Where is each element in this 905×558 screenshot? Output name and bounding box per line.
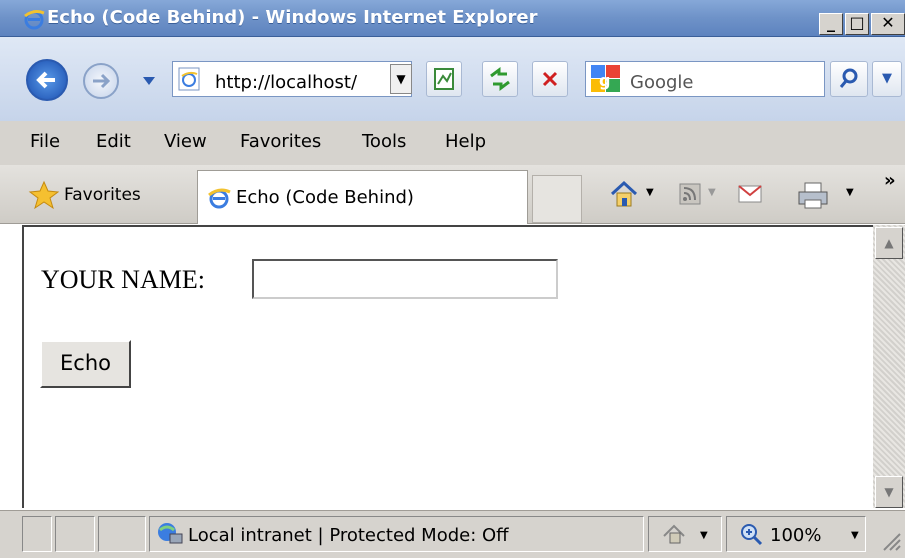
ie-logo-icon bbox=[24, 10, 45, 30]
maximize-button[interactable]: □ bbox=[845, 13, 869, 35]
compatibility-icon bbox=[434, 68, 454, 90]
scroll-down-button[interactable]: ▼ bbox=[875, 476, 903, 508]
compatibility-view-button[interactable] bbox=[426, 61, 462, 97]
resize-grip-icon[interactable] bbox=[880, 530, 902, 552]
local-intranet-icon bbox=[158, 523, 183, 544]
tab-title: Echo (Code Behind) bbox=[236, 187, 414, 208]
name-input[interactable] bbox=[252, 259, 558, 299]
refresh-icon bbox=[490, 67, 510, 91]
home-icon[interactable] bbox=[608, 178, 640, 210]
svg-text:g: g bbox=[599, 71, 610, 90]
home-dropdown-icon[interactable]: ▼ bbox=[646, 187, 654, 198]
scroll-up-button[interactable]: ▲ bbox=[875, 227, 903, 259]
protected-mode-dropdown-icon[interactable]: ▼ bbox=[700, 530, 708, 541]
tab-ie-icon bbox=[208, 188, 231, 209]
recent-pages-dropdown-icon[interactable] bbox=[142, 76, 156, 86]
stop-button[interactable] bbox=[532, 61, 568, 97]
vertical-scrollbar[interactable] bbox=[873, 225, 905, 508]
menu-help[interactable]: Help bbox=[445, 131, 486, 152]
feeds-icon[interactable] bbox=[678, 182, 702, 206]
menu-edit[interactable]: Edit bbox=[96, 131, 131, 152]
name-label: YOUR NAME: bbox=[41, 265, 205, 294]
menu-tools[interactable]: Tools bbox=[362, 131, 406, 152]
print-icon[interactable] bbox=[796, 180, 830, 210]
forward-button[interactable] bbox=[83, 63, 119, 99]
search-button[interactable] bbox=[830, 61, 868, 97]
print-dropdown-icon[interactable]: ▼ bbox=[846, 187, 854, 198]
back-arrow-icon bbox=[36, 71, 55, 89]
protected-mode-icon[interactable] bbox=[660, 522, 690, 546]
google-logo-icon: g bbox=[591, 65, 620, 92]
menu-file[interactable]: File bbox=[30, 131, 60, 152]
status-pane bbox=[98, 516, 146, 552]
new-tab-button[interactable] bbox=[532, 175, 582, 223]
minimize-button[interactable]: _ bbox=[819, 13, 843, 35]
zoom-magnifier-icon bbox=[741, 524, 763, 546]
address-dropdown-button[interactable]: ▼ bbox=[390, 64, 412, 94]
search-icon bbox=[839, 68, 858, 88]
status-pane bbox=[55, 516, 95, 552]
stop-icon bbox=[542, 71, 558, 87]
status-pane bbox=[22, 516, 52, 552]
back-button[interactable] bbox=[26, 59, 68, 101]
menu-view[interactable]: View bbox=[164, 131, 207, 152]
echo-button[interactable]: Echo bbox=[40, 340, 131, 388]
zoom-level[interactable]: 100% bbox=[770, 525, 821, 546]
search-options-button[interactable]: ▼ bbox=[872, 61, 902, 97]
refresh-button[interactable] bbox=[482, 61, 518, 97]
address-input[interactable]: http://localhost/ bbox=[215, 72, 375, 93]
favorites-star-icon[interactable] bbox=[28, 180, 60, 210]
security-zone-text: Local intranet | Protected Mode: Off bbox=[188, 525, 509, 546]
menu-favorites[interactable]: Favorites bbox=[240, 131, 321, 152]
favorites-button[interactable]: Favorites bbox=[64, 185, 141, 205]
search-input[interactable]: Google bbox=[630, 72, 693, 93]
chevron-more-icon[interactable]: » bbox=[884, 170, 896, 191]
mail-icon[interactable] bbox=[737, 184, 763, 204]
feeds-dropdown-icon[interactable]: ▼ bbox=[708, 187, 716, 198]
forward-arrow-icon bbox=[93, 73, 111, 89]
window-title: Echo (Code Behind) - Windows Internet Ex… bbox=[47, 7, 538, 28]
zoom-dropdown-icon[interactable]: ▼ bbox=[851, 530, 859, 541]
close-button[interactable]: ✕ bbox=[871, 13, 905, 35]
page-icon bbox=[178, 67, 200, 91]
